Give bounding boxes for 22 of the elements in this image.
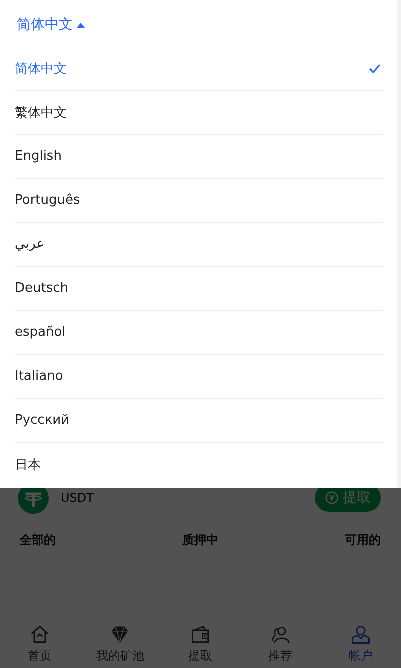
asset-symbol: USDT (61, 491, 95, 505)
column-header: 质押中 (182, 532, 218, 549)
language-option[interactable]: Русский (15, 399, 383, 443)
language-selector[interactable]: 简体中文 (17, 14, 85, 36)
language-option[interactable]: Deutsch (15, 267, 383, 311)
coin-icon (325, 491, 339, 505)
language-option[interactable]: عربي (15, 223, 383, 267)
language-option[interactable]: 日本 (15, 443, 383, 486)
diamond-icon (109, 624, 132, 646)
home-icon (29, 624, 52, 646)
language-option[interactable]: Italiano (15, 355, 383, 399)
language-option[interactable]: 繁体中文 (15, 91, 383, 135)
caret-icon (77, 22, 85, 28)
language-option[interactable]: 简体中文 (15, 47, 383, 91)
language-option[interactable]: English (15, 135, 383, 179)
language-option[interactable]: español (15, 311, 383, 355)
check-icon (369, 64, 381, 74)
user-icon (350, 624, 372, 646)
column-header: 全部的 (20, 532, 56, 549)
language-option[interactable]: Português (15, 179, 383, 223)
column-header: 可用的 (345, 532, 381, 549)
wallet-icon (190, 624, 212, 646)
